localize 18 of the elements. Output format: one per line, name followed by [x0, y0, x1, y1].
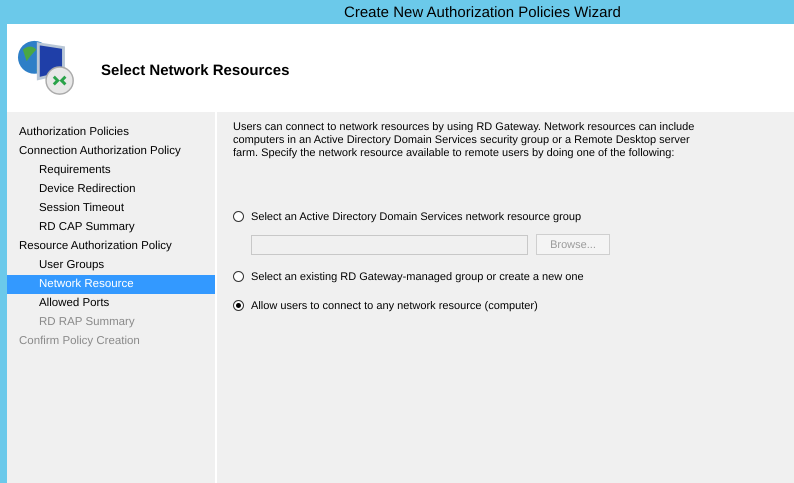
- page-title: Select Network Resources: [101, 62, 290, 78]
- sidebar-item[interactable]: Allowed Ports: [7, 294, 215, 313]
- sidebar-item[interactable]: RD CAP Summary: [7, 218, 215, 237]
- radio-button[interactable]: [233, 211, 244, 222]
- radio-label[interactable]: Select an existing RD Gateway-managed group or create a new one: [251, 270, 584, 282]
- radio-label[interactable]: Allow users to connect to any network resource (computer): [251, 300, 538, 312]
- radio-button[interactable]: [233, 271, 244, 282]
- radio-button[interactable]: [233, 300, 244, 311]
- description-text: Users can connect to network resources by using RD Gateway. Network resources can include computers in an Active Directory Domain Services security group or a Remote Desktop server farm. Specify the network resource available to remote users by doing one of the following:: [233, 121, 696, 160]
- sidebar-item[interactable]: Connection Authorization Policy: [7, 142, 215, 161]
- radio-label[interactable]: Select an Active Directory Domain Services network resource group: [251, 210, 582, 222]
- sidebar-item[interactable]: User Groups: [7, 256, 215, 275]
- sidebar-item[interactable]: Session Timeout: [7, 199, 215, 218]
- sidebar-item[interactable]: Device Redirection: [7, 180, 215, 199]
- window-title: Create New Authorization Policies Wizard: [344, 4, 621, 20]
- sidebar-item[interactable]: Resource Authorization Policy: [7, 237, 215, 256]
- sidebar-item[interactable]: Authorization Policies: [7, 123, 215, 142]
- sidebar-item[interactable]: Requirements: [7, 161, 215, 180]
